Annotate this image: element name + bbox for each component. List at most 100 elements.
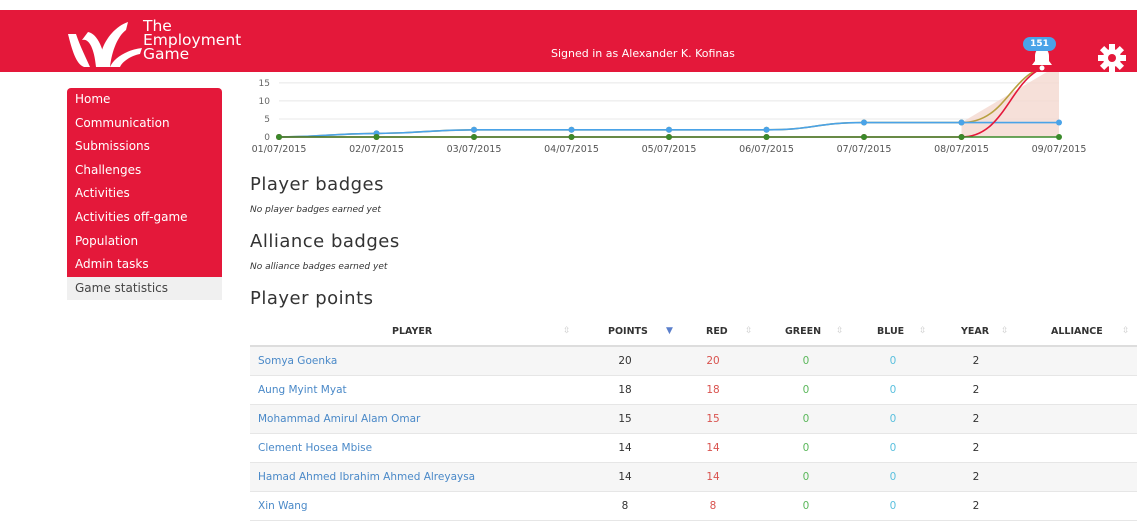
green-cell: 0 xyxy=(802,500,810,512)
sidebar-item-activities-off-game[interactable]: Activities off-game xyxy=(67,205,222,230)
red-cell: 8 xyxy=(709,500,717,512)
sidebar-item-game-statistics[interactable]: Game statistics xyxy=(67,276,222,301)
header-player[interactable]: PLAYER xyxy=(392,318,432,345)
logo-icon[interactable] xyxy=(66,20,142,68)
logo-line: Game xyxy=(143,45,190,63)
sidebar-item-challenges[interactable]: Challenges xyxy=(67,158,222,183)
player-link[interactable]: Somya Goenka xyxy=(258,347,337,375)
blue-cell: 0 xyxy=(889,442,897,454)
table-header: PLAYER ⇳ POINTS ▼ RED ⇳ GREEN ⇳ BLUE ⇳ Y… xyxy=(250,318,1137,347)
x-tick-label: 03/07/2015 xyxy=(447,144,502,155)
sort-icon[interactable]: ⇳ xyxy=(563,318,571,345)
points-cell: 8 xyxy=(621,500,629,512)
y-tick-label: 0 xyxy=(264,133,270,143)
sidebar-item-admin-tasks[interactable]: Admin tasks xyxy=(67,253,222,277)
header-alliance[interactable]: ALLIANCE xyxy=(1051,318,1103,345)
series-point xyxy=(276,134,282,140)
player-link[interactable]: Mohammad Amirul Alam Omar xyxy=(258,405,420,433)
year-cell: 2 xyxy=(972,500,980,512)
green-cell: 0 xyxy=(802,442,810,454)
sidebar-item-population[interactable]: Population xyxy=(67,229,222,254)
sort-icon[interactable]: ⇳ xyxy=(836,318,844,345)
series-point xyxy=(666,134,672,140)
x-tick-label: 08/07/2015 xyxy=(934,144,989,155)
sort-icon[interactable]: ⇳ xyxy=(1001,318,1009,345)
green-cell: 0 xyxy=(802,355,810,367)
x-tick-label: 05/07/2015 xyxy=(642,144,697,155)
x-tick-label: 06/07/2015 xyxy=(739,144,794,155)
player-link[interactable]: Clement Hosea Mbise xyxy=(258,434,372,462)
player-link[interactable]: Xin Wang xyxy=(258,492,308,520)
series-point xyxy=(666,126,672,133)
header-points[interactable]: POINTS xyxy=(608,318,648,345)
table-row: Clement Hosea Mbise 14 14 0 0 2 xyxy=(250,434,1137,463)
year-cell: 2 xyxy=(972,471,980,483)
points-cell: 15 xyxy=(618,413,632,425)
red-cell: 14 xyxy=(706,471,720,483)
header-blue[interactable]: BLUE xyxy=(877,318,904,345)
red-cell: 14 xyxy=(706,442,720,454)
x-tick-label: 09/07/2015 xyxy=(1032,144,1087,155)
series-point xyxy=(958,134,965,140)
series-point xyxy=(763,134,770,140)
x-tick-label: 01/07/2015 xyxy=(252,144,307,155)
logo-text[interactable]: The Employment Game xyxy=(143,18,241,63)
sort-icon[interactable]: ⇳ xyxy=(745,318,753,345)
player-badges-title: Player badges xyxy=(250,174,384,195)
sidebar: Home Communication Submissions Challenge… xyxy=(67,88,222,301)
year-cell: 2 xyxy=(972,355,980,367)
series-point xyxy=(861,119,867,126)
player-points-title: Player points xyxy=(250,288,374,309)
table-row: Hamad Ahmed Ibrahim Ahmed Alreyaysa 14 1… xyxy=(250,463,1137,492)
green-cell: 0 xyxy=(802,384,810,396)
green-cell: 0 xyxy=(802,471,810,483)
series-point xyxy=(1056,134,1062,140)
header-red[interactable]: RED xyxy=(706,318,728,345)
red-cell: 15 xyxy=(706,413,720,425)
sidebar-item-activities[interactable]: Activities xyxy=(67,182,222,206)
points-cell: 18 xyxy=(618,384,632,396)
red-cell: 18 xyxy=(706,384,720,396)
y-tick-label: 5 xyxy=(264,115,270,125)
year-cell: 2 xyxy=(972,413,980,425)
signed-in-text: Signed in as Alexander K. Kofinas xyxy=(551,47,735,60)
series-point xyxy=(763,126,770,133)
header-green[interactable]: GREEN xyxy=(785,318,821,345)
player-badges-note: No player badges earned yet xyxy=(250,205,381,215)
points-cell: 14 xyxy=(618,442,632,454)
player-points-table: PLAYER ⇳ POINTS ▼ RED ⇳ GREEN ⇳ BLUE ⇳ Y… xyxy=(250,318,1137,521)
red-cell: 20 xyxy=(706,355,720,367)
series-point xyxy=(568,126,575,133)
sidebar-item-submissions[interactable]: Submissions xyxy=(67,135,222,159)
sort-desc-icon[interactable]: ▼ xyxy=(666,318,673,345)
year-cell: 2 xyxy=(972,384,980,396)
notifications-button[interactable]: 151 xyxy=(1023,37,1059,73)
sort-icon[interactable]: ⇳ xyxy=(919,318,927,345)
sidebar-item-communication[interactable]: Communication xyxy=(67,111,222,136)
header-year[interactable]: YEAR xyxy=(961,318,989,345)
series-point xyxy=(958,119,965,126)
gear-icon[interactable] xyxy=(1097,43,1127,73)
blue-cell: 0 xyxy=(889,355,897,367)
sidebar-item-home[interactable]: Home xyxy=(67,88,222,112)
sort-icon[interactable]: ⇳ xyxy=(1122,318,1130,345)
series-point xyxy=(471,126,477,133)
blue-cell: 0 xyxy=(889,471,897,483)
player-link[interactable]: Aung Myint Myat xyxy=(258,376,347,404)
y-tick-label: 15 xyxy=(259,79,270,89)
blue-cell: 0 xyxy=(889,500,897,512)
player-link[interactable]: Hamad Ahmed Ibrahim Ahmed Alreyaysa xyxy=(258,463,475,491)
notification-badge: 151 xyxy=(1023,37,1056,51)
series-point xyxy=(861,134,867,140)
green-cell: 0 xyxy=(802,413,810,425)
table-row: Somya Goenka 20 20 0 0 2 xyxy=(250,347,1137,376)
x-tick-label: 04/07/2015 xyxy=(544,144,599,155)
table-row: Aung Myint Myat 18 18 0 0 2 xyxy=(250,376,1137,405)
x-tick-label: 07/07/2015 xyxy=(837,144,892,155)
blue-cell: 0 xyxy=(889,413,897,425)
series-point xyxy=(373,134,380,140)
blue-cell: 0 xyxy=(889,384,897,396)
area-fill xyxy=(961,72,1059,137)
alliance-badges-title: Alliance badges xyxy=(250,231,400,252)
points-cell: 20 xyxy=(618,355,632,367)
